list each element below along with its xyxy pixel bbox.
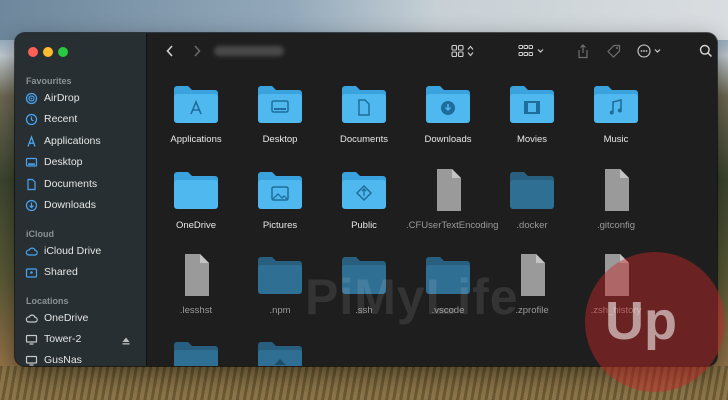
group-by-icon[interactable]: [518, 44, 548, 58]
file-name: Public: [351, 220, 377, 231]
download-folder-icon: [424, 83, 472, 125]
sidebar-item-icloud-drive[interactable]: iCloud Drive: [25, 242, 137, 260]
clock-icon: [25, 113, 38, 126]
note-folder-icon: [592, 83, 640, 125]
film-folder-icon: [508, 83, 556, 125]
picture-folder-icon: [256, 169, 304, 211]
sidebar-item-onedrive[interactable]: OneDrive: [25, 309, 137, 327]
applications-icon: [25, 134, 38, 148]
doc-folder-icon: [340, 83, 388, 125]
file-icon: [424, 169, 472, 211]
folder-title-blurred: [214, 46, 284, 56]
document-icon: [25, 178, 38, 191]
hidden-folder-icon: [508, 169, 556, 211]
plain-folder-icon: [172, 169, 220, 211]
file-icon: [172, 254, 220, 296]
watermark-badge-text: Up: [605, 291, 677, 351]
file-name: Pictures: [262, 220, 298, 231]
sidebar-item-label: Shared: [44, 266, 78, 278]
sidebar-item-label: Downloads: [44, 199, 96, 211]
cloud-icon: [25, 312, 38, 325]
download-icon: [25, 199, 38, 212]
sidebar-item-recent[interactable]: Recent: [25, 110, 137, 128]
sidebar-item-gusnas[interactable]: GusNas: [25, 351, 137, 366]
airdrop-icon: [25, 92, 38, 105]
sidebar-item-label: Tower-2: [44, 333, 82, 345]
share-icon[interactable]: [577, 44, 589, 59]
zoom-button[interactable]: [58, 47, 68, 57]
sidebar-item-label: Desktop: [44, 156, 83, 168]
close-button[interactable]: [28, 47, 38, 57]
sidebar-item-label: OneDrive: [44, 312, 89, 324]
file-name: .lesshst: [179, 305, 213, 316]
sidebar-item-label: Recent: [44, 113, 78, 125]
sidebar-item-downloads[interactable]: Downloads: [25, 196, 137, 214]
shared-folder-icon: [25, 266, 38, 279]
search-icon[interactable]: [699, 44, 713, 58]
sidebar-item-applications[interactable]: Applications: [25, 132, 137, 150]
public-folder-icon: [340, 169, 388, 211]
back-chevron-icon[interactable]: [165, 44, 175, 58]
desktop-folder-icon: [256, 83, 304, 125]
icon-grid-view-icon[interactable]: [451, 44, 477, 58]
eject-icon[interactable]: [121, 333, 131, 351]
file-name: Documents: [339, 134, 389, 145]
ellipsis-icon[interactable]: [637, 44, 667, 58]
file-name: .gitconfig: [596, 220, 636, 231]
file-icon: [592, 169, 640, 211]
sidebar-section-title: Favourites: [26, 76, 72, 86]
desktop-icon: [25, 156, 38, 169]
sidebar-section-title: iCloud: [26, 229, 54, 239]
hidden-folder-icon: [172, 339, 220, 366]
file-name: Applications: [170, 134, 222, 145]
file-name: Downloads: [424, 134, 472, 145]
tag-icon[interactable]: [606, 44, 622, 58]
hidden-folder-icon: [256, 254, 304, 296]
sidebar-item-tower-2[interactable]: Tower-2: [25, 330, 137, 348]
sidebar-item-desktop[interactable]: Desktop: [25, 153, 137, 171]
display-icon: [25, 354, 38, 367]
forward-chevron-icon[interactable]: [192, 44, 202, 58]
hidden-folder-icon: [256, 339, 304, 366]
file-name: Movies: [516, 134, 548, 145]
sidebar-item-airdrop[interactable]: AirDrop: [25, 89, 137, 107]
sidebar-item-shared[interactable]: Shared: [25, 263, 137, 281]
A-folder-icon: [172, 83, 220, 125]
sidebar-item-label: GusNas: [44, 354, 82, 366]
sidebar-item-label: AirDrop: [44, 92, 80, 104]
sidebar-item-label: iCloud Drive: [44, 245, 102, 257]
file-name: .docker: [516, 220, 548, 231]
toolbar: [147, 33, 717, 71]
sidebar-item-documents[interactable]: Documents: [25, 175, 137, 193]
display-icon: [25, 333, 38, 346]
sidebar: Favourites AirDrop Recent Applications D…: [15, 33, 147, 366]
sidebar-item-label: Applications: [44, 135, 101, 147]
sidebar-section-title: Locations: [26, 296, 69, 306]
sidebar-item-label: Documents: [44, 178, 98, 190]
file-name: .CFUserTextEncoding: [406, 220, 499, 231]
file-name: Desktop: [262, 134, 298, 145]
file-name: Music: [603, 134, 629, 145]
file-name: OneDrive: [175, 220, 217, 231]
minimize-button[interactable]: [43, 47, 53, 57]
cloud-icon: [25, 245, 38, 258]
watermark-text: PiMyLife: [305, 269, 519, 325]
